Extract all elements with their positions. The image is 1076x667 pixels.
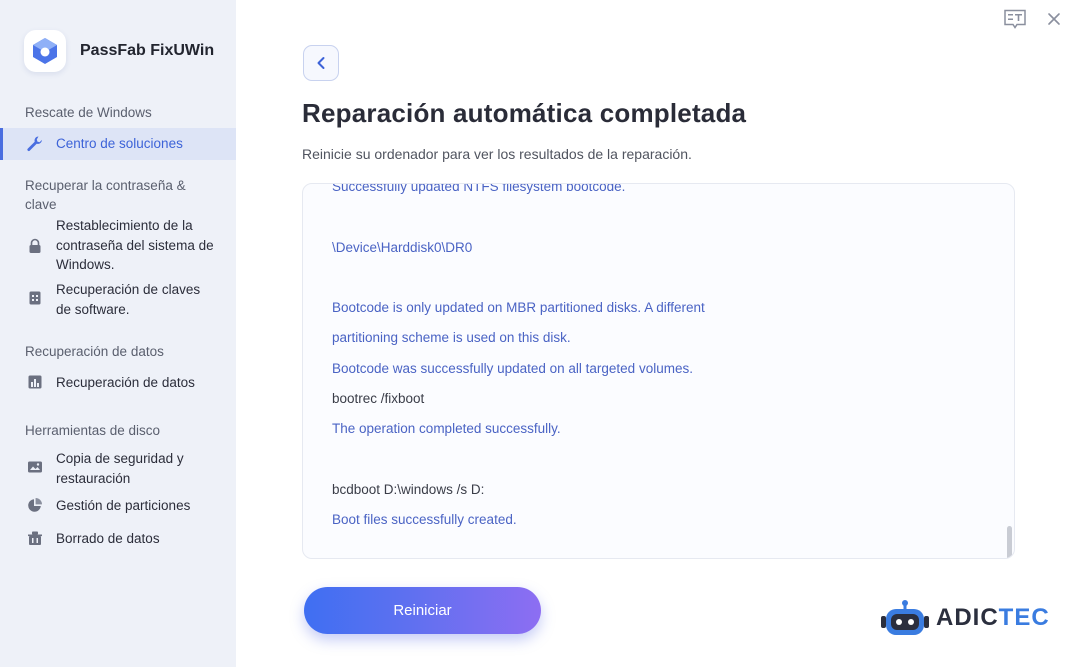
section-title-disk-tools: Herramientas de disco <box>25 423 161 438</box>
sidebar-item-label: Gestión de particiones <box>56 498 191 513</box>
brand: PassFab FixUWin <box>24 30 214 72</box>
watermark-text-b: TEC <box>998 604 1050 631</box>
section-title-data-recovery: Recuperación de datos <box>25 344 164 359</box>
log-line: Boot files successfully created. <box>332 512 517 528</box>
log-line: \Device\Harddisk0\DR0 <box>332 239 473 255</box>
back-button[interactable] <box>303 45 339 81</box>
watermark-text-a: ADIC <box>936 604 999 631</box>
sidebar-item-windows-password[interactable]: Restablecimiento de la contraseña del si… <box>0 216 236 275</box>
log-line: Bootcode was successfully updated on all… <box>332 360 693 376</box>
sidebar-item-label: Recuperación de datos <box>56 375 195 390</box>
log-line: Successfully updated NTFS filesystem boo… <box>332 183 626 194</box>
feedback-button[interactable] <box>1003 8 1027 30</box>
watermark-text: ADICTEC <box>936 604 1050 632</box>
sidebar-item-label: Borrado de datos <box>56 531 160 546</box>
close-icon <box>1048 13 1060 25</box>
log-line: Bootcode is only updated on MBR partitio… <box>332 300 705 316</box>
pie-chart-icon <box>26 496 44 514</box>
section-title-passwords: Recuperar la contraseña & clave <box>25 178 186 212</box>
close-button[interactable] <box>1042 8 1066 30</box>
watermark-logo: ADICTEC <box>880 598 1050 638</box>
log-scrollbar[interactable] <box>1007 526 1012 558</box>
sidebar-item-solutions-center[interactable]: Centro de soluciones <box>0 128 236 160</box>
sidebar-item-data-recovery[interactable]: Recuperación de datos <box>0 373 236 393</box>
repair-log[interactable]: Successfully updated NTFS filesystem boo… <box>302 183 1015 559</box>
app-name: PassFab FixUWin <box>80 42 215 59</box>
sidebar-item-data-erase[interactable]: Borrado de datos <box>0 529 236 549</box>
sidebar-item-label: Recuperación de claves de software. <box>56 282 201 317</box>
sidebar: PassFab FixUWin Rescate de Windows Centr… <box>0 0 236 667</box>
robot-icon <box>881 600 929 635</box>
sidebar-item-label: Centro de soluciones <box>56 136 183 152</box>
restart-button[interactable]: Reiniciar <box>304 587 541 634</box>
log-line: bootrec /fixboot <box>332 391 425 407</box>
wrench-icon <box>26 135 44 153</box>
erase-icon <box>26 529 44 547</box>
image-backup-icon <box>26 458 44 476</box>
log-line: The operation completed successfully. <box>332 421 561 437</box>
key-document-icon <box>26 289 44 307</box>
feedback-icon <box>1004 9 1026 29</box>
sidebar-item-backup-restore[interactable]: Copia de seguridad y restauración <box>0 449 236 488</box>
log-line: bcdboot D:\windows /s D: <box>332 481 485 497</box>
page-subtitle: Reinicie su ordenador para ver los resul… <box>302 146 692 162</box>
page-title: Reparación automática completada <box>302 98 747 128</box>
sidebar-item-label: Restablecimiento de la contraseña del si… <box>56 218 214 272</box>
log-line: partitioning scheme is used on this disk… <box>332 330 571 346</box>
sidebar-item-software-keys[interactable]: Recuperación de claves de software. <box>0 280 236 319</box>
sidebar-item-partition-management[interactable]: Gestión de particiones <box>0 496 236 516</box>
app-logo-icon <box>24 30 66 72</box>
sidebar-item-label: Copia de seguridad y restauración <box>56 451 184 486</box>
lock-icon <box>26 237 44 255</box>
chevron-left-icon <box>317 57 325 69</box>
log-content: Successfully updated NTFS filesystem boo… <box>332 183 992 536</box>
bar-chart-icon <box>26 373 44 391</box>
section-title-rescue: Rescate de Windows <box>25 105 152 120</box>
